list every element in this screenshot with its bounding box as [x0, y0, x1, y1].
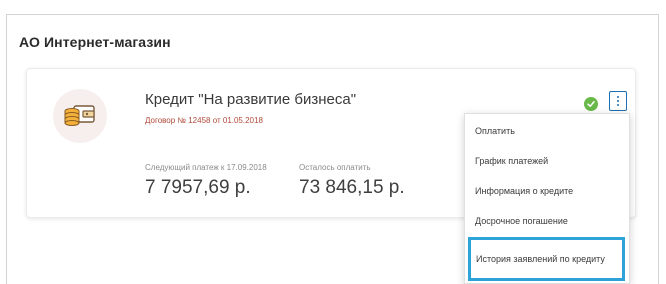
kebab-dot-icon — [616, 95, 619, 98]
next-payment-label: Следующий платеж к 17.09.2018 — [145, 163, 267, 172]
more-options-button[interactable] — [609, 91, 627, 111]
kebab-dot-icon — [616, 99, 619, 102]
menu-item-early-repayment[interactable]: Досрочное погашение — [465, 206, 629, 236]
menu-item-pay[interactable]: Оплатить — [465, 116, 629, 146]
menu-item-credit-info[interactable]: Информация о кредите — [465, 176, 629, 206]
wallet-coins-icon — [53, 89, 107, 143]
menu-item-payment-schedule[interactable]: График платежей — [465, 146, 629, 176]
remaining-label: Осталось оплатить — [299, 163, 371, 172]
remaining-amount: 73 846,15 р. — [299, 177, 405, 198]
org-title: АО Интернет-магазин — [19, 34, 171, 50]
credit-actions-menu: Оплатить График платежей Информация о кр… — [464, 113, 630, 284]
check-circle-icon — [584, 97, 598, 111]
menu-item-request-history[interactable]: История заявлений по кредиту — [468, 237, 625, 281]
menu-item-request-history-label: История заявлений по кредиту — [476, 253, 605, 264]
kebab-dot-icon — [616, 103, 619, 106]
contract-info: Договор № 12458 от 01.05.2018 — [145, 116, 263, 125]
credit-name: Кредит "На развитие бизнеса" — [145, 91, 357, 108]
next-payment-amount: 7 7957,69 р. — [145, 177, 251, 198]
